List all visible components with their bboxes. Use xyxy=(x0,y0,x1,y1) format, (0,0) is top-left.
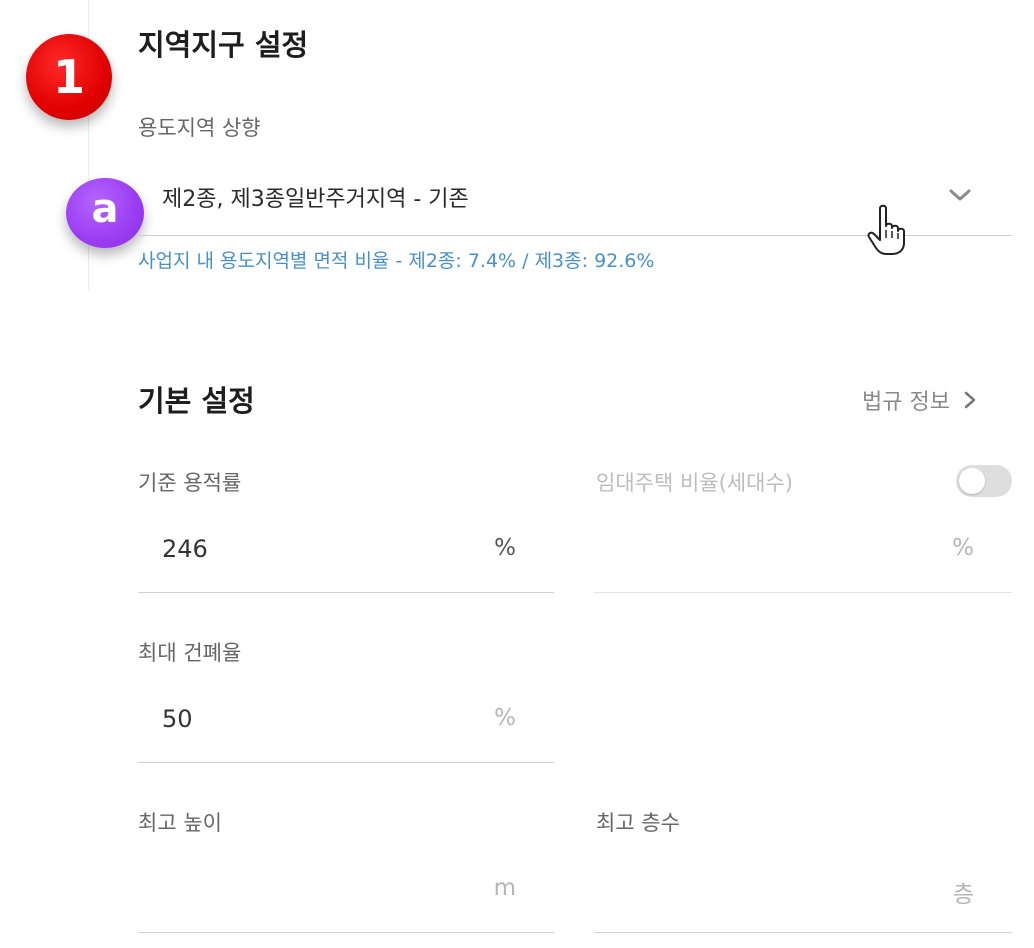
rental-ratio-toggle[interactable] xyxy=(956,465,1012,497)
max-floors-input[interactable]: 층 xyxy=(594,875,1012,933)
max-floors-label: 최고 층수 xyxy=(596,811,680,835)
far-input[interactable]: 246 % xyxy=(138,535,554,593)
sub-step-badge: a xyxy=(66,178,144,248)
basic-section-title: 기본 설정 xyxy=(138,384,255,418)
max-height-label: 최고 높이 xyxy=(138,811,222,835)
chevron-right-icon xyxy=(964,391,976,409)
rental-ratio-input[interactable]: % xyxy=(594,535,1012,593)
rental-ratio-label: 임대주택 비율(세대수) xyxy=(596,471,793,495)
zoning-ratio-note: 사업지 내 용도지역별 면적 비율 - 제2종: 7.4% / 제3종: 92.… xyxy=(138,250,655,272)
far-label: 기준 용적률 xyxy=(138,471,242,495)
max-height-input[interactable]: m xyxy=(138,875,554,933)
chevron-down-icon xyxy=(949,189,971,201)
bcr-underline xyxy=(138,762,554,763)
rental-ratio-underline xyxy=(594,592,1012,593)
zoning-select-value: 제2종, 제3종일반주거지역 - 기존 xyxy=(162,187,469,212)
rental-ratio-unit: % xyxy=(952,535,974,561)
bcr-input[interactable]: 50 % xyxy=(138,705,554,763)
upzone-label: 용도지역 상향 xyxy=(138,116,261,140)
bcr-unit: % xyxy=(494,705,516,731)
zoning-section-title: 지역지구 설정 xyxy=(138,28,309,62)
max-floors-unit: 층 xyxy=(952,882,974,908)
far-unit: % xyxy=(494,535,516,561)
max-height-unit: m xyxy=(493,875,516,901)
law-info-link[interactable]: 법규 정보 xyxy=(862,384,978,416)
far-value: 246 xyxy=(162,535,208,563)
hand-cursor-icon xyxy=(867,204,905,255)
law-info-link-label: 법규 정보 xyxy=(862,390,950,415)
far-underline xyxy=(138,592,554,593)
max-height-underline xyxy=(138,932,554,933)
max-floors-underline xyxy=(594,932,1012,933)
bcr-value: 50 xyxy=(162,705,193,733)
toggle-knob xyxy=(959,468,985,494)
step-number-badge: 1 xyxy=(26,34,112,120)
bcr-label: 최대 건폐율 xyxy=(138,641,242,665)
